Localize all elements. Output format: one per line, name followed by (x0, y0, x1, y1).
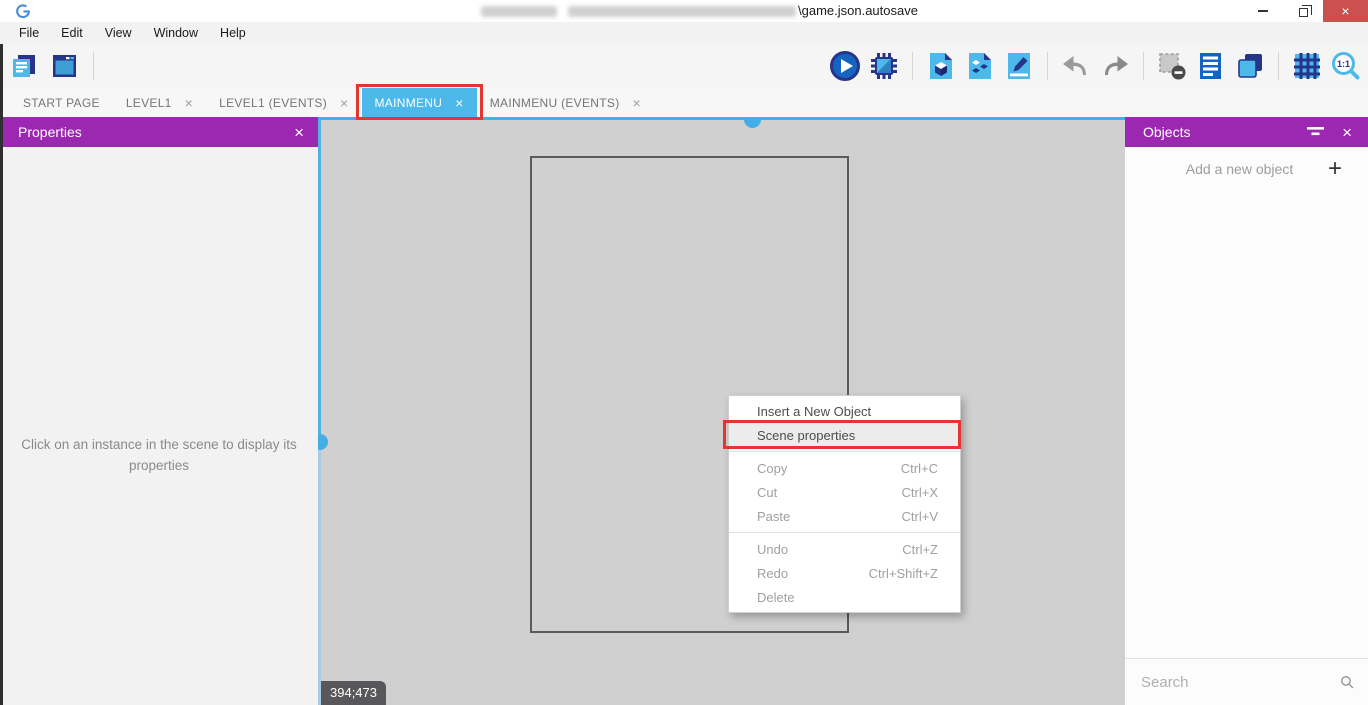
window-left-edge (0, 44, 3, 705)
edit-scene-icon[interactable] (925, 50, 957, 82)
instances-list-icon[interactable] (1195, 50, 1227, 82)
close-tab-icon[interactable]: × (455, 96, 463, 110)
objects-panel: Objects × Add a new object + (1125, 117, 1368, 705)
toolbar-separator (1047, 52, 1048, 80)
shortcut-label: Ctrl+X (902, 485, 938, 500)
gdevelop-logo-icon (14, 2, 32, 20)
menu-edit[interactable]: Edit (50, 22, 94, 44)
editor-tab-bar: START PAGE LEVEL1 × LEVEL1 (EVENTS) × MA… (0, 88, 1368, 117)
project-manager-icon[interactable] (8, 50, 40, 82)
properties-panel-body: Click on an instance in the scene to dis… (0, 147, 318, 705)
menu-view[interactable]: View (94, 22, 143, 44)
layers-icon[interactable] (1234, 50, 1266, 82)
redo-icon[interactable] (1099, 50, 1131, 82)
toolbar-separator (1278, 52, 1279, 80)
scene-properties-icon[interactable] (1003, 50, 1035, 82)
window-controls: × (1243, 0, 1368, 22)
minimize-button[interactable] (1243, 0, 1283, 22)
undo-icon[interactable] (1060, 50, 1092, 82)
menu-bar: File Edit View Window Help (0, 22, 1368, 44)
objects-search-bar (1125, 658, 1368, 705)
context-menu-item-paste[interactable]: Paste Ctrl+V (729, 504, 960, 528)
scene-editor-canvas[interactable]: 394;473 (318, 117, 1125, 705)
shortcut-label: Ctrl+Shift+Z (869, 566, 938, 581)
vertical-panel-divider[interactable] (318, 120, 321, 705)
left-drag-handle[interactable] (318, 434, 328, 450)
redacted-title-segment (568, 6, 796, 17)
delete-selection-icon[interactable] (1156, 50, 1188, 82)
title-bar: \game.json.autosave × (0, 0, 1368, 22)
tab-level1[interactable]: LEVEL1 × (113, 88, 206, 117)
gdevelop-window: \game.json.autosave × File Edit View Win… (0, 0, 1368, 705)
add-object-row[interactable]: Add a new object + (1125, 147, 1368, 191)
context-menu-separator (729, 451, 960, 452)
properties-panel-title: Properties (18, 124, 82, 140)
context-menu-item-copy[interactable]: Copy Ctrl+C (729, 456, 960, 480)
zoom-1-1-icon[interactable]: 1:1 (1330, 50, 1362, 82)
close-window-button[interactable]: × (1323, 0, 1368, 22)
close-icon: × (1341, 3, 1349, 19)
menu-help[interactable]: Help (209, 22, 257, 44)
close-tab-icon[interactable]: × (340, 96, 348, 110)
toolbar: 1:1 (0, 44, 1368, 88)
cursor-coordinates-badge: 394;473 (321, 681, 386, 705)
close-tab-icon[interactable]: × (633, 96, 641, 110)
close-panel-icon[interactable]: × (1340, 124, 1354, 141)
close-panel-icon[interactable]: × (292, 124, 306, 141)
menu-window[interactable]: Window (143, 22, 209, 44)
properties-empty-message: Click on an instance in the scene to dis… (9, 435, 309, 477)
edit-external-layouts-icon[interactable] (964, 50, 996, 82)
context-menu-item-cut[interactable]: Cut Ctrl+X (729, 480, 960, 504)
tab-level1-events[interactable]: LEVEL1 (EVENTS) × (206, 88, 361, 117)
minimize-icon (1258, 10, 1268, 12)
toolbar-separator (93, 52, 94, 80)
properties-panel-header: Properties × (0, 117, 318, 147)
preview-play-icon[interactable] (829, 50, 861, 82)
filter-icon[interactable] (1306, 125, 1326, 139)
toolbar-separator (912, 52, 913, 80)
tab-mainmenu[interactable]: MAINMENU × (362, 88, 477, 117)
restore-button[interactable] (1283, 0, 1323, 22)
close-tab-icon[interactable]: × (185, 96, 193, 110)
search-input[interactable] (1141, 674, 1340, 691)
context-menu-item-redo[interactable]: Redo Ctrl+Shift+Z (729, 561, 960, 585)
shortcut-label: Ctrl+Z (902, 542, 938, 557)
search-icon (1340, 672, 1354, 692)
window-title: \game.json.autosave (798, 3, 918, 18)
context-menu-item-delete[interactable]: Delete (729, 585, 960, 609)
main-area: Properties × Click on an instance in the… (0, 117, 1368, 705)
toolbar-separator (1143, 52, 1144, 80)
toolbar-left-group (0, 50, 99, 82)
context-menu-item-undo[interactable]: Undo Ctrl+Z (729, 537, 960, 561)
add-object-label: Add a new object (1125, 161, 1328, 177)
tab-start-page[interactable]: START PAGE (10, 88, 113, 117)
shortcut-label: Ctrl+C (901, 461, 938, 476)
debug-icon[interactable] (868, 50, 900, 82)
context-menu-separator (729, 532, 960, 533)
context-menu-item-scene-properties[interactable]: Scene properties (729, 423, 960, 447)
menu-file[interactable]: File (8, 22, 50, 44)
add-object-button[interactable]: + (1328, 155, 1368, 183)
tab-mainmenu-events[interactable]: MAINMENU (EVENTS) × (477, 88, 654, 117)
svg-text:1:1: 1:1 (1337, 59, 1350, 69)
redacted-title-segment (481, 6, 557, 17)
properties-panel: Properties × Click on an instance in the… (0, 117, 318, 705)
top-drag-handle[interactable] (744, 119, 761, 128)
context-menu-item-insert-new-object[interactable]: Insert a New Object (729, 399, 960, 423)
toolbar-right-group: 1:1 (829, 50, 1368, 82)
objects-panel-title: Objects (1143, 124, 1190, 140)
scene-context-menu: Insert a New Object Scene properties Cop… (728, 395, 961, 613)
restore-icon (1299, 8, 1308, 17)
shortcut-label: Ctrl+V (902, 509, 938, 524)
start-page-icon[interactable] (48, 50, 80, 82)
objects-panel-header: Objects × (1125, 117, 1368, 147)
grid-icon[interactable] (1291, 50, 1323, 82)
